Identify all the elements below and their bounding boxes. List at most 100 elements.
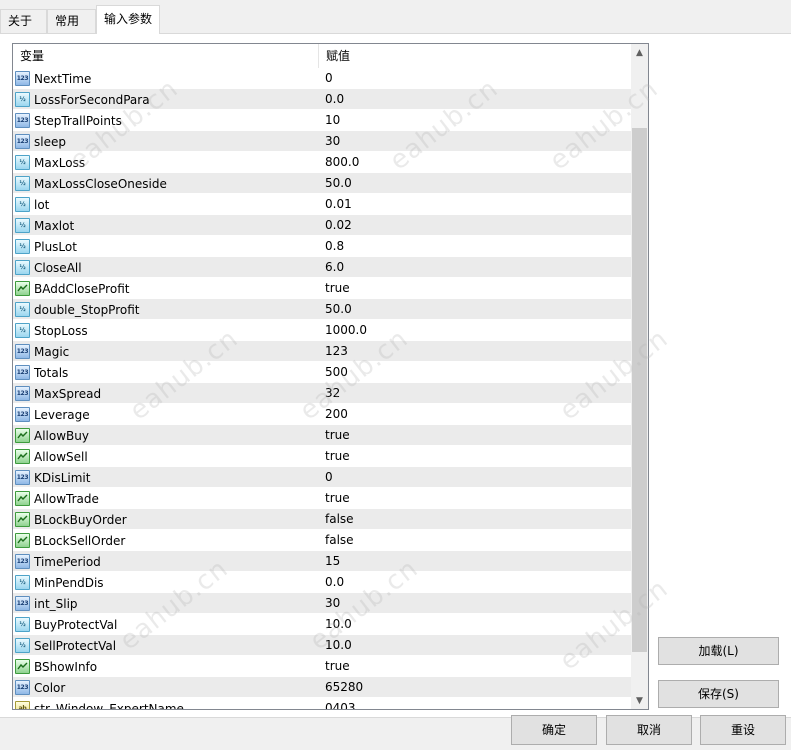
table-row[interactable]: ½ MaxLossCloseOneside 50.0 bbox=[13, 173, 631, 194]
table-row[interactable]: 123 Color 65280 bbox=[13, 677, 631, 698]
variable-cell[interactable]: 123 MaxSpread bbox=[13, 383, 319, 404]
variable-cell[interactable]: ½ LossForSecondPara bbox=[13, 89, 319, 110]
load-button[interactable]: 加载(L) bbox=[658, 637, 779, 665]
variable-cell[interactable]: 123 Color bbox=[13, 677, 319, 698]
ok-button[interactable]: 确定 bbox=[511, 715, 597, 745]
table-row[interactable]: ½ CloseAll 6.0 bbox=[13, 257, 631, 278]
variable-cell[interactable]: 123 sleep bbox=[13, 131, 319, 152]
value-cell[interactable]: 6.0 bbox=[319, 257, 631, 278]
reset-button[interactable]: 重设 bbox=[700, 715, 786, 745]
variable-cell[interactable]: BLockSellOrder bbox=[13, 530, 319, 551]
value-cell[interactable]: 10 bbox=[319, 110, 631, 131]
variable-cell[interactable]: 123 Totals bbox=[13, 362, 319, 383]
column-header-value[interactable]: 赋值 bbox=[319, 44, 631, 68]
tab-common[interactable]: 常用 bbox=[47, 9, 96, 34]
scrollbar-thumb[interactable] bbox=[632, 128, 647, 652]
variable-cell[interactable]: BShowInfo bbox=[13, 656, 319, 677]
variable-cell[interactable]: AllowBuy bbox=[13, 425, 319, 446]
column-header-variable[interactable]: 变量 bbox=[13, 44, 319, 68]
table-row[interactable]: ab str_Window_ExpertName 0403 bbox=[13, 698, 631, 709]
table-row[interactable]: 123 Leverage 200 bbox=[13, 404, 631, 425]
variable-cell[interactable]: 123 int_Slip bbox=[13, 593, 319, 614]
save-button[interactable]: 保存(S) bbox=[658, 680, 779, 708]
value-cell[interactable]: 30 bbox=[319, 593, 631, 614]
value-cell[interactable]: 30 bbox=[319, 131, 631, 152]
variable-cell[interactable]: ½ double_StopProfit bbox=[13, 299, 319, 320]
value-cell[interactable]: 15 bbox=[319, 551, 631, 572]
table-row[interactable]: ½ BuyProtectVal 10.0 bbox=[13, 614, 631, 635]
variable-cell[interactable]: ½ Maxlot bbox=[13, 215, 319, 236]
variable-cell[interactable]: ½ SellProtectVal bbox=[13, 635, 319, 656]
scroll-down-arrow-icon[interactable]: ▼ bbox=[631, 692, 648, 709]
value-cell[interactable]: 0403 bbox=[319, 698, 631, 709]
table-row[interactable]: AllowSell true bbox=[13, 446, 631, 467]
variable-cell[interactable]: 123 Leverage bbox=[13, 404, 319, 425]
variable-cell[interactable]: ab str_Window_ExpertName bbox=[13, 698, 319, 709]
table-row[interactable]: ½ PlusLot 0.8 bbox=[13, 236, 631, 257]
table-row[interactable]: ½ LossForSecondPara 0.0 bbox=[13, 89, 631, 110]
table-row[interactable]: AllowTrade true bbox=[13, 488, 631, 509]
table-row[interactable]: 123 NextTime 0 bbox=[13, 68, 631, 89]
value-cell[interactable]: 0.8 bbox=[319, 236, 631, 257]
value-cell[interactable]: true bbox=[319, 488, 631, 509]
variable-cell[interactable]: ½ BuyProtectVal bbox=[13, 614, 319, 635]
value-cell[interactable]: 50.0 bbox=[319, 173, 631, 194]
value-cell[interactable]: 0.0 bbox=[319, 572, 631, 593]
value-cell[interactable]: true bbox=[319, 425, 631, 446]
value-cell[interactable]: 800.0 bbox=[319, 152, 631, 173]
vertical-scrollbar[interactable]: ▲ ▼ bbox=[631, 44, 648, 709]
cancel-button[interactable]: 取消 bbox=[606, 715, 692, 745]
variable-cell[interactable]: 123 KDisLimit bbox=[13, 467, 319, 488]
variable-cell[interactable]: BLockBuyOrder bbox=[13, 509, 319, 530]
table-row[interactable]: ½ MaxLoss 800.0 bbox=[13, 152, 631, 173]
variable-cell[interactable]: AllowSell bbox=[13, 446, 319, 467]
table-row[interactable]: ½ double_StopProfit 50.0 bbox=[13, 299, 631, 320]
variable-cell[interactable]: 123 NextTime bbox=[13, 68, 319, 89]
value-cell[interactable]: 500 bbox=[319, 362, 631, 383]
tab-about[interactable]: 关于 bbox=[0, 9, 47, 34]
table-row[interactable]: 123 KDisLimit 0 bbox=[13, 467, 631, 488]
variable-cell[interactable]: ½ PlusLot bbox=[13, 236, 319, 257]
value-cell[interactable]: 0 bbox=[319, 68, 631, 89]
table-row[interactable]: BLockBuyOrder false bbox=[13, 509, 631, 530]
variable-cell[interactable]: 123 Magic bbox=[13, 341, 319, 362]
table-row[interactable]: ½ MinPendDis 0.0 bbox=[13, 572, 631, 593]
table-row[interactable]: 123 Magic 123 bbox=[13, 341, 631, 362]
variable-cell[interactable]: BAddCloseProfit bbox=[13, 278, 319, 299]
table-row[interactable]: 123 int_Slip 30 bbox=[13, 593, 631, 614]
table-row[interactable]: BAddCloseProfit true bbox=[13, 278, 631, 299]
value-cell[interactable]: 0.0 bbox=[319, 89, 631, 110]
variable-cell[interactable]: ½ StopLoss bbox=[13, 320, 319, 341]
table-row[interactable]: 123 TimePeriod 15 bbox=[13, 551, 631, 572]
value-cell[interactable]: 123 bbox=[319, 341, 631, 362]
value-cell[interactable]: 0 bbox=[319, 467, 631, 488]
value-cell[interactable]: true bbox=[319, 278, 631, 299]
variable-cell[interactable]: ½ lot bbox=[13, 194, 319, 215]
value-cell[interactable]: 32 bbox=[319, 383, 631, 404]
value-cell[interactable]: true bbox=[319, 446, 631, 467]
value-cell[interactable]: false bbox=[319, 509, 631, 530]
table-row[interactable]: 123 StepTrallPoints 10 bbox=[13, 110, 631, 131]
table-row[interactable]: BShowInfo true bbox=[13, 656, 631, 677]
value-cell[interactable]: 50.0 bbox=[319, 299, 631, 320]
value-cell[interactable]: 1000.0 bbox=[319, 320, 631, 341]
value-cell[interactable]: 65280 bbox=[319, 677, 631, 698]
value-cell[interactable]: 0.01 bbox=[319, 194, 631, 215]
value-cell[interactable]: 10.0 bbox=[319, 635, 631, 656]
value-cell[interactable]: 10.0 bbox=[319, 614, 631, 635]
variable-cell[interactable]: ½ MinPendDis bbox=[13, 572, 319, 593]
value-cell[interactable]: false bbox=[319, 530, 631, 551]
value-cell[interactable]: 200 bbox=[319, 404, 631, 425]
variable-cell[interactable]: ½ MaxLossCloseOneside bbox=[13, 173, 319, 194]
table-row[interactable]: ½ lot 0.01 bbox=[13, 194, 631, 215]
variable-cell[interactable]: AllowTrade bbox=[13, 488, 319, 509]
table-row[interactable]: AllowBuy true bbox=[13, 425, 631, 446]
scroll-up-arrow-icon[interactable]: ▲ bbox=[631, 44, 648, 61]
variable-cell[interactable]: 123 TimePeriod bbox=[13, 551, 319, 572]
table-row[interactable]: 123 MaxSpread 32 bbox=[13, 383, 631, 404]
table-row[interactable]: ½ StopLoss 1000.0 bbox=[13, 320, 631, 341]
table-row[interactable]: ½ SellProtectVal 10.0 bbox=[13, 635, 631, 656]
variable-cell[interactable]: ½ CloseAll bbox=[13, 257, 319, 278]
variable-cell[interactable]: 123 StepTrallPoints bbox=[13, 110, 319, 131]
value-cell[interactable]: 0.02 bbox=[319, 215, 631, 236]
